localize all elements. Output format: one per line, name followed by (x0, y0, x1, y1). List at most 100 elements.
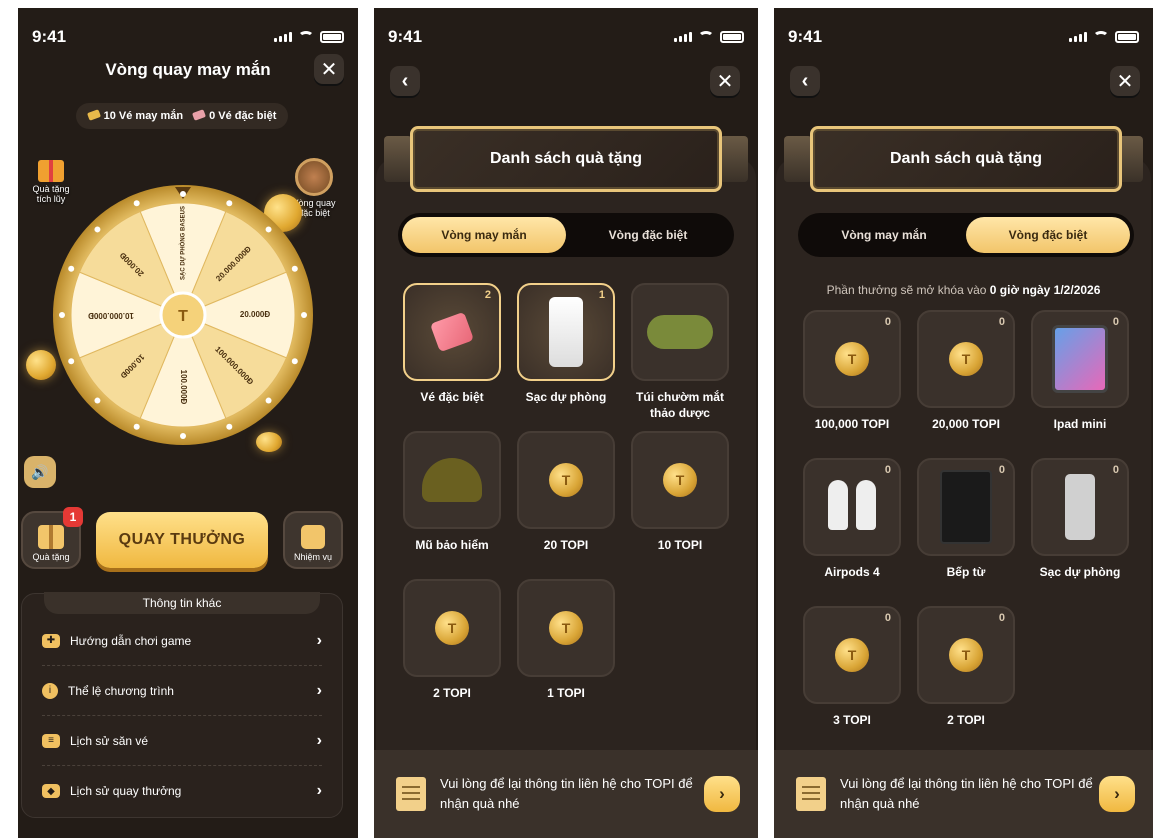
back-button[interactable]: ‹ (390, 66, 420, 96)
battery-icon (1115, 31, 1139, 43)
gift-item[interactable]: 0T3 TOPI (803, 606, 901, 754)
close-button[interactable]: ✕ (1110, 66, 1140, 96)
chevron-left-icon: ‹ (801, 69, 809, 92)
chevron-right-icon: › (719, 784, 725, 803)
status-time: 9:41 (788, 27, 823, 46)
powerbank-image (549, 297, 583, 367)
gift-item[interactable]: 0 T 100,000 TOPI (803, 310, 901, 458)
wheel-segment-label: 20.000Đ (240, 310, 270, 319)
gift-quantity: 2 (484, 289, 491, 301)
chevron-left-icon: ‹ (401, 69, 409, 92)
info-item-rules[interactable]: i Thể lệ chương trình › (42, 666, 322, 716)
contact-bar: Vui lòng để lại thông tin liên hệ cho TO… (774, 750, 1153, 838)
status-time: 9:41 (32, 27, 67, 46)
signal-icon (1069, 32, 1087, 42)
gift-item[interactable]: Mũ bảo hiểm (403, 431, 501, 579)
cooktop-image (940, 470, 992, 544)
wheel-rim-light (265, 397, 272, 404)
gift-list-banner: Danh sách quà tặng (410, 126, 722, 192)
gift-item[interactable]: 0 T 20,000 TOPI (917, 310, 1015, 458)
topi-coin-icon: T (835, 638, 869, 672)
topi-coin-icon: T (663, 463, 697, 497)
gift-card: 0T (803, 606, 901, 704)
gift-item[interactable]: 1 Sạc dự phòng (517, 283, 615, 431)
gift-label: Ipad mini (1053, 417, 1107, 431)
wheel-segment-label: 10.000.000Đ (88, 311, 134, 320)
tab-lucky-round[interactable]: Vòng may mắn (402, 217, 566, 253)
contact-message: Vui lòng để lại thông tin liên hệ cho TO… (840, 776, 1093, 811)
lucky-ticket-count: 10 Vé may mắn (86, 109, 183, 122)
chevron-right-icon: › (316, 782, 322, 799)
gift-item[interactable]: T 2 TOPI (403, 579, 501, 727)
gift-item[interactable]: Túi chườm mắt thảo dược (631, 283, 729, 431)
status-time: 9:41 (388, 27, 423, 46)
info-item-spin-history[interactable]: ◆ Lịch sử quay thưởng › (42, 766, 322, 816)
wifi-icon (298, 31, 314, 43)
wheel-rim-light (180, 433, 186, 439)
gift-item[interactable]: 0 Airpods 4 (803, 458, 901, 606)
status-bar: 9:41 (388, 26, 744, 48)
gift-card: T (517, 579, 615, 677)
close-button[interactable]: ✕ (314, 54, 344, 84)
contact-go-button[interactable]: › (1099, 776, 1135, 812)
info-item-game-guide[interactable]: ✚ Hướng dẫn chơi game › (42, 616, 322, 666)
gift-label: 20,000 TOPI (932, 417, 1000, 431)
gamepad-icon: ✚ (42, 633, 60, 648)
gift-label: 1 TOPI (547, 686, 585, 700)
gift-item[interactable]: 0 Sạc dự phòng (1031, 458, 1129, 606)
gift-card: T (631, 431, 729, 529)
wheel-rim-light (291, 358, 298, 365)
gift-item[interactable]: 2 Vé đặc biệt (403, 283, 501, 431)
gift-item[interactable]: T 20 TOPI (517, 431, 615, 579)
gift-card: 0T (803, 310, 901, 408)
info-item-label: Hướng dẫn chơi game (70, 633, 192, 648)
gift-label: 100,000 TOPI (814, 417, 890, 431)
gift-quantity: 0 (998, 612, 1005, 624)
document-icon (396, 777, 426, 811)
gift-item[interactable]: 0T2 TOPI (917, 606, 1015, 754)
gift-item[interactable]: T 1 TOPI (517, 579, 615, 727)
gift-quantity: 0 (1112, 464, 1119, 476)
info-item-ticket-history[interactable]: ≡ Lịch sử săn vé › (42, 716, 322, 766)
gift-card (631, 283, 729, 381)
close-icon: ✕ (320, 58, 338, 81)
gift-label: Bếp từ (946, 565, 986, 579)
status-icons (674, 31, 744, 43)
wheel-rim-light (133, 200, 140, 207)
gifts-button[interactable]: Quà tặng 1 (21, 507, 83, 569)
sound-toggle[interactable]: 🔊 (24, 456, 56, 488)
topi-coin-icon: T (949, 342, 983, 376)
special-ticket-count: 0 Vé đặc biệt (192, 109, 276, 122)
prize-wheel[interactable]: SẠC DỰ PHÒNG BASEUS 20.000.000Đ 20.000Đ 100… (51, 183, 316, 448)
topi-coin-icon: T (435, 611, 469, 645)
gift-item[interactable]: 0 Ipad mini (1031, 310, 1129, 458)
status-bar: 9:41 (32, 26, 344, 48)
gift-card: 0T (917, 606, 1015, 704)
battery-icon (320, 31, 344, 43)
gift-label: 10 TOPI (657, 538, 703, 552)
gift-item[interactable]: T 10 TOPI (631, 431, 729, 579)
tab-special-round[interactable]: Vòng đặc biệt (966, 217, 1130, 253)
spin-button[interactable]: QUAY THƯỞNG (96, 512, 268, 568)
gift-label: Sạc dự phòng (1039, 565, 1121, 579)
close-button[interactable]: ✕ (710, 66, 740, 96)
gift-label: 2 TOPI (433, 686, 471, 700)
gift-label: Sạc dự phòng (525, 390, 607, 404)
tab-special-round[interactable]: Vòng đặc biệt (566, 217, 730, 253)
topi-coin-icon: T (549, 463, 583, 497)
gift-quantity: 0 (884, 612, 891, 624)
info-item-label: Lịch sử quay thưởng (70, 784, 182, 798)
gift-quantity: 1 (598, 289, 605, 301)
banner-cap-left (384, 136, 412, 182)
gift-quantity: 0 (884, 316, 891, 328)
unlock-notice-text: Phần thưởng sẽ mở khóa vào (826, 283, 990, 297)
gift-card: 0 (1031, 310, 1129, 408)
back-button[interactable]: ‹ (790, 66, 820, 96)
info-icon: i (42, 682, 58, 699)
tab-lucky-round[interactable]: Vòng may mắn (802, 217, 966, 253)
gift-item[interactable]: 0 Bếp từ (917, 458, 1015, 606)
status-icons (274, 31, 344, 43)
missions-button[interactable]: Nhiệm vụ (283, 511, 343, 569)
wifi-icon (1093, 31, 1109, 43)
contact-go-button[interactable]: › (704, 776, 740, 812)
